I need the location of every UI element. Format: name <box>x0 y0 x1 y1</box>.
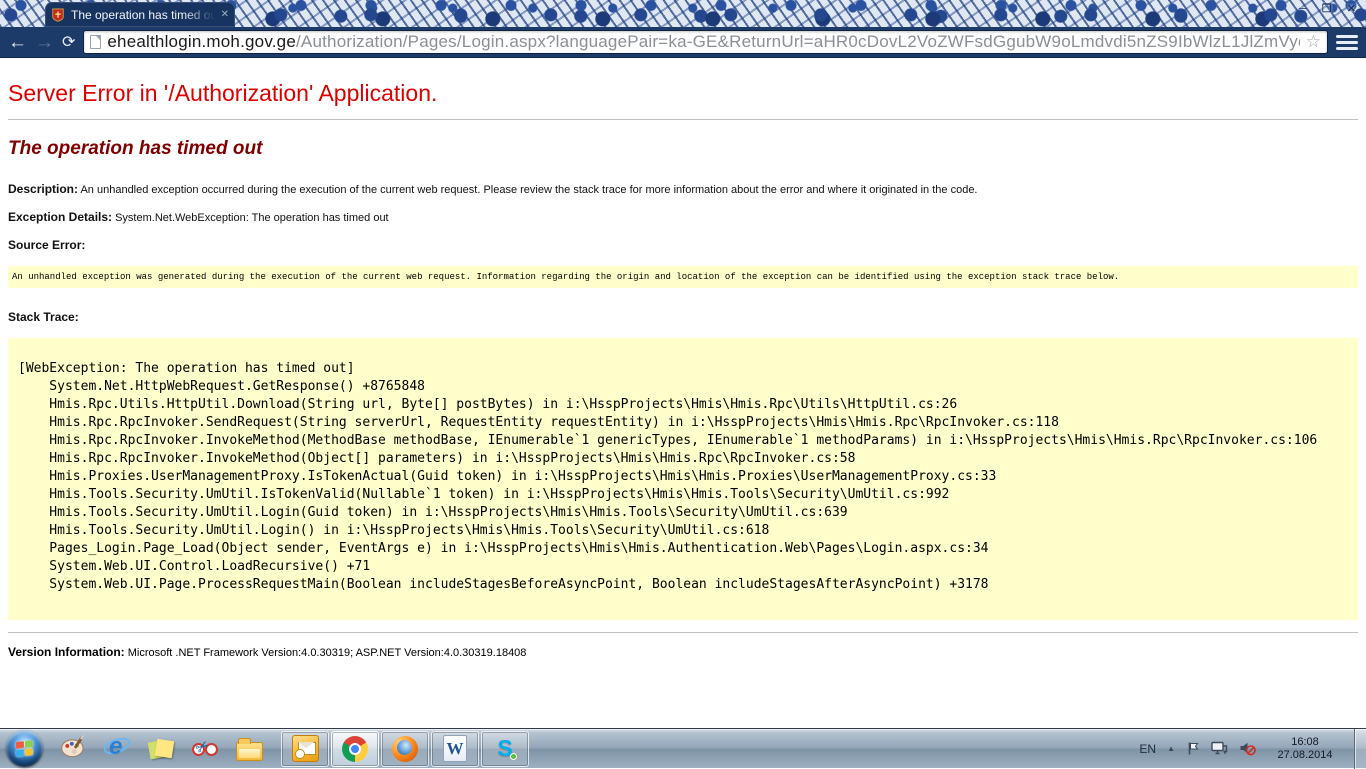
network-icon[interactable] <box>1211 741 1228 756</box>
screen: The operation has timed out ✕ ─ ❐ ✕ ← → … <box>0 0 1366 768</box>
stack-trace-box: [WebException: The operation has timed o… <box>8 338 1358 620</box>
volume-muted-icon[interactable] <box>1239 741 1256 756</box>
version-text: Microsoft .NET Framework Version:4.0.303… <box>128 647 527 659</box>
close-button[interactable]: ✕ <box>1347 1 1356 17</box>
word-icon: W <box>443 735 467 762</box>
taskbar-item-outlook[interactable] <box>281 731 329 767</box>
tab-title: The operation has timed out <box>71 8 215 22</box>
snipping-tool-icon: ✂ <box>191 736 219 762</box>
outlook-icon <box>292 735 319 762</box>
taskbar-item-chrome[interactable] <box>331 731 379 767</box>
stack-trace-row: Stack Trace: <box>8 310 1358 324</box>
maximize-button[interactable]: ❐ <box>1322 1 1332 17</box>
url-path: /Authorization/Pages/Login.aspx?language… <box>296 32 1300 51</box>
taskbar-item-firefox[interactable] <box>381 731 429 767</box>
source-error-row: Source Error: <box>8 238 1358 252</box>
clock-time: 16:08 <box>1267 736 1343 749</box>
error-page: Server Error in '/Authorization' Applica… <box>0 58 1366 728</box>
taskbar-item-internet-explorer[interactable]: e <box>95 729 139 769</box>
source-error-text: An unhandled exception was generated dur… <box>12 272 1119 282</box>
divider <box>8 119 1358 120</box>
browser-toolbar: ← → ⟳ ehealthlogin.moh.gov.ge/Authorizat… <box>0 27 1366 58</box>
divider <box>8 632 1358 633</box>
clock-date: 27.08.2014 <box>1267 749 1343 762</box>
page-subtitle: The operation has timed out <box>8 138 1358 160</box>
menu-icon[interactable] <box>1336 33 1358 52</box>
reload-button[interactable]: ⟳ <box>62 33 75 52</box>
window-controls: ─ ❐ ✕ <box>1299 1 1356 17</box>
taskbar-item-word[interactable]: W <box>431 731 479 767</box>
taskbar-item-paint[interactable] <box>51 729 95 769</box>
exception-details-text: System.Net.WebException: The operation h… <box>115 212 389 224</box>
browser-tab[interactable]: The operation has timed out ✕ <box>45 2 235 27</box>
system-tray: EN ▲ <box>1139 729 1366 769</box>
browser-window: The operation has timed out ✕ ─ ❐ ✕ ← → … <box>0 0 1366 728</box>
folder-icon <box>236 742 263 761</box>
tab-strip: The operation has timed out ✕ ─ ❐ ✕ <box>0 0 1366 27</box>
description-text: An unhandled exception occurred during t… <box>80 184 977 196</box>
clock[interactable]: 16:08 27.08.2014 <box>1267 736 1343 762</box>
source-error-box: An unhandled exception was generated dur… <box>8 266 1358 288</box>
back-button[interactable]: ← <box>8 33 27 52</box>
source-error-label: Source Error: <box>8 238 85 252</box>
sticky-notes-icon <box>148 736 174 762</box>
tab-close-icon[interactable]: ✕ <box>221 9 229 20</box>
url-text: ehealthlogin.moh.gov.ge/Authorization/Pa… <box>107 32 1299 52</box>
show-desktop-button[interactable] <box>1354 729 1366 769</box>
exception-details-label: Exception Details: <box>8 210 112 224</box>
firefox-icon <box>392 736 418 762</box>
stack-trace-label: Stack Trace: <box>8 310 79 324</box>
chrome-icon <box>342 736 368 762</box>
url-domain: ehealthlogin.moh.gov.ge <box>107 32 296 51</box>
forward-button[interactable]: → <box>35 33 54 52</box>
taskbar-item-sticky-notes[interactable] <box>139 729 183 769</box>
hidden-icons-button[interactable]: ▲ <box>1167 744 1175 753</box>
taskbar: e ✂ W S EN <box>0 728 1366 768</box>
description-label: Description: <box>8 182 78 196</box>
address-bar[interactable]: ehealthlogin.moh.gov.ge/Authorization/Pa… <box>83 30 1328 54</box>
site-favicon-icon <box>51 8 65 22</box>
exception-details-row: Exception Details: System.Net.WebExcepti… <box>8 210 1358 224</box>
stack-trace-text: [WebException: The operation has timed o… <box>8 338 1358 620</box>
start-button[interactable] <box>6 730 43 767</box>
taskbar-item-windows-explorer[interactable] <box>227 729 271 769</box>
taskbar-item-snipping-tool[interactable]: ✂ <box>183 729 227 769</box>
version-row: Version Information: Microsoft .NET Fram… <box>8 645 1358 659</box>
language-indicator[interactable]: EN <box>1139 742 1156 756</box>
skype-icon: S <box>491 735 519 763</box>
version-label: Version Information: <box>8 645 125 659</box>
page-title: Server Error in '/Authorization' Applica… <box>8 80 1358 107</box>
svg-text:e: e <box>109 733 123 760</box>
page-icon[interactable] <box>90 35 101 49</box>
action-center-icon[interactable] <box>1186 741 1200 756</box>
paint-icon <box>60 733 87 765</box>
internet-explorer-icon: e <box>103 732 131 765</box>
taskbar-item-skype[interactable]: S <box>481 731 529 767</box>
windows-logo-icon <box>16 740 33 757</box>
description-row: Description: An unhandled exception occu… <box>8 182 1358 196</box>
bookmark-star-icon[interactable]: ☆ <box>1306 32 1321 52</box>
minimize-button[interactable]: ─ <box>1299 1 1307 17</box>
